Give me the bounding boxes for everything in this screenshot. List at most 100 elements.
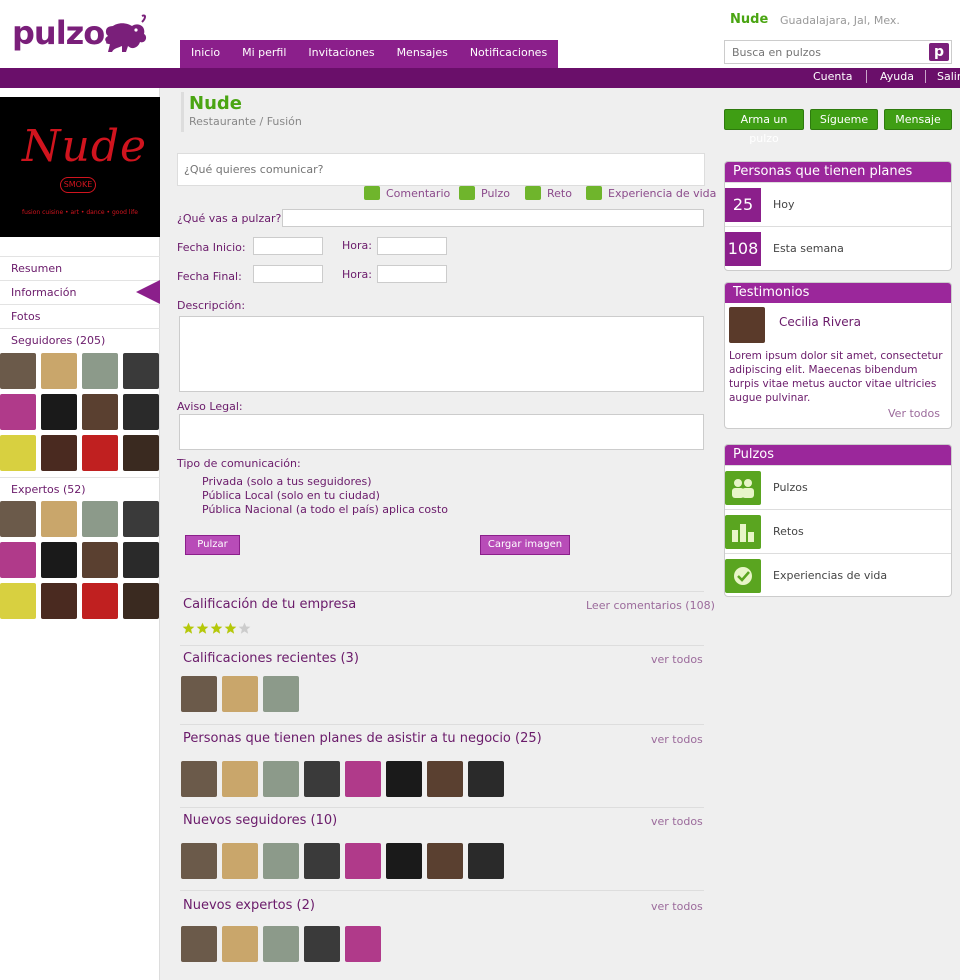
- user-avatar[interactable]: [222, 926, 258, 962]
- pulzos-row-pulzos[interactable]: Pulzos: [725, 465, 951, 509]
- compose-input[interactable]: [178, 154, 704, 185]
- user-avatar[interactable]: [0, 394, 36, 430]
- followers-heading[interactable]: Seguidores (205): [0, 328, 160, 352]
- testimonial-avatar[interactable]: [729, 307, 765, 343]
- plans-row-hoy[interactable]: 25 Hoy: [725, 182, 951, 226]
- pulzar-button[interactable]: Pulzar: [185, 535, 240, 555]
- user-avatar[interactable]: [123, 394, 159, 430]
- experts-view-all-link[interactable]: ver todos: [651, 900, 703, 913]
- start-time-field[interactable]: [377, 237, 447, 255]
- recent-view-all-link[interactable]: ver todos: [651, 653, 703, 666]
- user-avatar[interactable]: [263, 926, 299, 962]
- user-avatar[interactable]: [0, 583, 36, 619]
- sigueme-button[interactable]: Sígueme: [810, 109, 878, 130]
- plans-row-semana[interactable]: 108 Esta semana: [725, 226, 951, 270]
- user-avatar[interactable]: [263, 843, 299, 879]
- user-avatar[interactable]: [427, 761, 463, 797]
- user-avatar[interactable]: [427, 843, 463, 879]
- mensaje-button[interactable]: Mensaje: [884, 109, 952, 130]
- user-avatar[interactable]: [82, 583, 118, 619]
- user-avatar[interactable]: [0, 435, 36, 471]
- user-avatar[interactable]: [41, 501, 77, 537]
- tab-inicio[interactable]: Inicio: [180, 40, 231, 68]
- profile-name[interactable]: Nude: [730, 12, 768, 27]
- start-date-field[interactable]: [253, 237, 323, 255]
- pulzos-row-label: Retos: [773, 525, 804, 538]
- user-avatar[interactable]: [82, 353, 118, 389]
- user-avatar[interactable]: [181, 926, 217, 962]
- user-avatar[interactable]: [304, 926, 340, 962]
- user-avatar[interactable]: [123, 501, 159, 537]
- user-avatar[interactable]: [123, 583, 159, 619]
- user-avatar[interactable]: [304, 761, 340, 797]
- type-comentario[interactable]: Comentario: [364, 186, 450, 200]
- user-avatar[interactable]: [345, 843, 381, 879]
- experts-heading[interactable]: Expertos (52): [0, 477, 160, 501]
- description-field[interactable]: [179, 316, 704, 392]
- user-avatar[interactable]: [123, 353, 159, 389]
- plans-view-all-link[interactable]: ver todos: [651, 733, 703, 746]
- user-avatar[interactable]: [0, 353, 36, 389]
- upload-image-button[interactable]: Cargar imagen: [480, 535, 570, 555]
- read-comments-link[interactable]: Leer comentarios (108): [586, 599, 715, 612]
- arma-pulzo-button[interactable]: Arma un pulzo: [724, 109, 804, 145]
- testimonials-view-all-link[interactable]: Ver todos: [888, 407, 940, 420]
- user-avatar[interactable]: [0, 542, 36, 578]
- user-avatar[interactable]: [41, 435, 77, 471]
- end-date-field[interactable]: [253, 265, 323, 283]
- testimonial-name[interactable]: Cecilia Rivera: [779, 315, 861, 329]
- user-avatar[interactable]: [345, 761, 381, 797]
- user-avatar[interactable]: [468, 761, 504, 797]
- end-time-field[interactable]: [377, 265, 447, 283]
- user-avatar[interactable]: [386, 843, 422, 879]
- user-avatar[interactable]: [123, 542, 159, 578]
- pulzos-row-retos[interactable]: Retos: [725, 509, 951, 553]
- comm-option-nacional[interactable]: Pública Nacional (a todo el país) aplica…: [202, 503, 448, 516]
- user-avatar[interactable]: [304, 843, 340, 879]
- user-avatar[interactable]: [181, 761, 217, 797]
- sidebar-item-resumen[interactable]: Resumen: [0, 256, 160, 280]
- comm-option-local[interactable]: Pública Local (solo en tu ciudad): [202, 489, 380, 502]
- cuenta-link[interactable]: Cuenta: [813, 70, 852, 83]
- pulzar-input[interactable]: [282, 209, 704, 227]
- user-avatar[interactable]: [181, 843, 217, 879]
- user-avatar[interactable]: [468, 843, 504, 879]
- type-reto[interactable]: Reto: [525, 186, 572, 200]
- user-avatar[interactable]: [386, 761, 422, 797]
- user-avatar[interactable]: [123, 435, 159, 471]
- search-button[interactable]: p: [929, 43, 949, 61]
- user-avatar[interactable]: [41, 353, 77, 389]
- new-followers-avatars: [181, 843, 509, 879]
- user-avatar[interactable]: [263, 761, 299, 797]
- tab-invitaciones[interactable]: Invitaciones: [297, 40, 385, 68]
- ayuda-link[interactable]: Ayuda: [880, 70, 914, 83]
- tab-notificaciones[interactable]: Notificaciones: [459, 40, 558, 68]
- pulzos-row-experiencias[interactable]: Experiencias de vida: [725, 553, 951, 596]
- user-avatar[interactable]: [82, 394, 118, 430]
- user-avatar[interactable]: [41, 583, 77, 619]
- user-avatar[interactable]: [263, 676, 299, 712]
- salir-link[interactable]: Salir: [937, 70, 960, 83]
- user-avatar[interactable]: [82, 542, 118, 578]
- recent-ratings-title: Calificaciones recientes (3): [183, 651, 359, 666]
- user-avatar[interactable]: [222, 676, 258, 712]
- comm-option-privada[interactable]: Privada (solo a tus seguidores): [202, 475, 372, 488]
- user-avatar[interactable]: [181, 676, 217, 712]
- tab-mi-perfil[interactable]: Mi perfil: [231, 40, 297, 68]
- search-input[interactable]: [725, 41, 921, 63]
- user-avatar[interactable]: [82, 435, 118, 471]
- legal-field[interactable]: [179, 414, 704, 450]
- user-avatar[interactable]: [41, 394, 77, 430]
- type-experiencia[interactable]: Experiencia de vida: [586, 186, 716, 200]
- sidebar-item-fotos[interactable]: Fotos: [0, 304, 160, 328]
- pulzos-row-label: Pulzos: [773, 481, 808, 494]
- user-avatar[interactable]: [0, 501, 36, 537]
- type-pulzo[interactable]: Pulzo: [459, 186, 510, 200]
- user-avatar[interactable]: [41, 542, 77, 578]
- user-avatar[interactable]: [222, 761, 258, 797]
- user-avatar[interactable]: [82, 501, 118, 537]
- user-avatar[interactable]: [345, 926, 381, 962]
- followers-view-all-link[interactable]: ver todos: [651, 815, 703, 828]
- user-avatar[interactable]: [222, 843, 258, 879]
- tab-mensajes[interactable]: Mensajes: [386, 40, 459, 68]
